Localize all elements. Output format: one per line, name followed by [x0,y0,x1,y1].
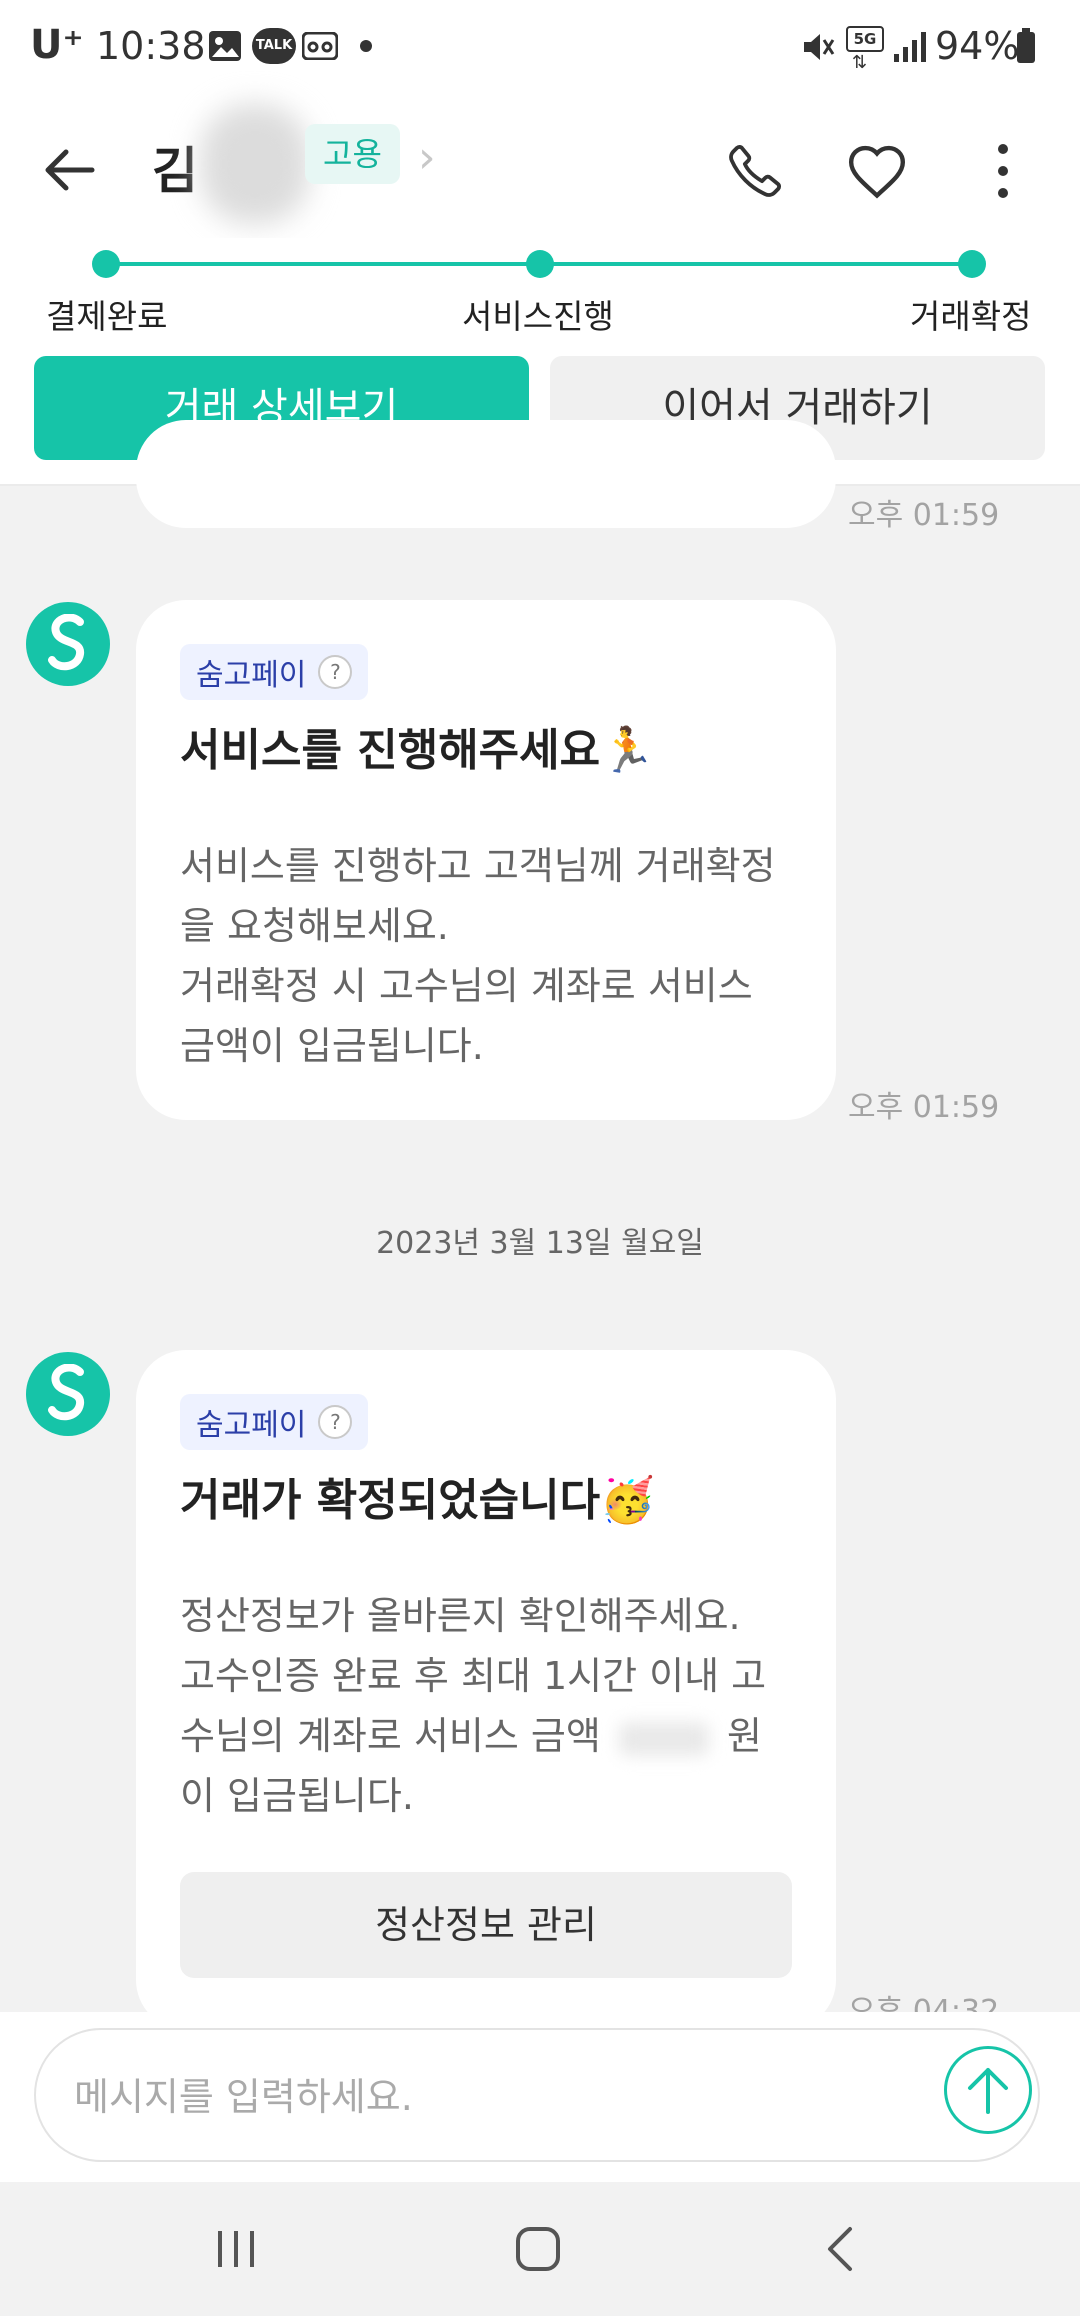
settlement-info-button[interactable]: 정산정보 관리 [180,1872,792,1978]
avatar[interactable] [26,602,110,686]
message-body: 서비스를 진행하고 고객님께 거래확정 을 요청해보세요. 거래확정 시 고수님… [180,836,810,1076]
body-line: 거래확정 시 고수님의 계좌로 서비스 [180,964,753,1008]
date-separator: 2023년 3월 13일 월요일 [376,1226,704,1261]
step-label-payment-done: 결제완료 [46,297,168,336]
avatar[interactable] [26,1352,110,1436]
body-line: 서비스를 진행하고 고객님께 거래확정 [180,844,776,888]
message-composer [0,2012,1080,2182]
amount-suffix: 원 [727,1714,762,1758]
voicemail-icon [301,31,339,64]
message-time: 오후 01:59 [848,498,1000,533]
progress-dot-3 [958,250,986,278]
soomgo-logo-icon [48,614,84,671]
system-navigation-bar [0,2182,1080,2316]
body-line: 정산정보가 올바른지 확인해주세요. [180,1594,741,1638]
heart-icon [848,145,906,199]
soomgo-logo-icon [48,1364,84,1421]
message-input-box [34,2028,1040,2162]
name-redaction [200,104,310,224]
body-line: 수님의 계좌로 서비스 금액 [180,1714,601,1758]
message-input[interactable] [72,2058,936,2136]
chevron-right-icon[interactable]: › [418,132,436,183]
send-arrow-up-icon [968,2068,1008,2114]
battery-icon [1016,28,1036,68]
call-button[interactable] [710,126,800,216]
message-bubble: 숨고페이 ? 거래가 확정되었습니다🥳 정산정보가 올바른지 확인해주세요. 고… [136,1350,836,2030]
message-title: 거래가 확정되었습니다🥳 [180,1475,655,1526]
more-options-button[interactable] [958,126,1048,216]
home-icon [516,2227,560,2271]
back-button[interactable] [40,126,120,216]
status-bar: U⁺ 10:38 TALK 5G ⇅ 94% [0,0,1080,96]
talk-icon: TALK [252,28,296,64]
hire-tag: 고용 [305,124,400,184]
step-label-in-service: 서비스진행 [462,297,614,336]
home-button[interactable] [478,2206,598,2292]
help-icon: ? [318,1405,353,1439]
image-icon [208,30,242,66]
soomgo-pay-tag[interactable]: 숨고페이 ? [180,644,369,700]
back-arrow-icon [45,149,95,191]
mute-icon [800,30,836,68]
contact-name[interactable]: 김 [152,126,198,216]
transaction-progress: 결제완료 서비스진행 거래확정 [0,238,1080,348]
favorite-button[interactable] [832,126,922,216]
progress-dot-2 [526,250,554,278]
recent-apps-icon [218,2231,254,2267]
message-bubble: 숨고페이 ? 서비스를 진행해주세요🏃 서비스를 진행하고 고객님께 거래확정 … [136,600,836,1120]
5g-icon: 5G [846,26,884,52]
carrier-label: U⁺ [30,22,84,68]
help-icon: ? [318,655,353,689]
soomgo-pay-tag[interactable]: 숨고페이 ? [180,1394,369,1450]
message-title: 서비스를 진행해주세요🏃 [180,725,655,776]
phone-icon [729,144,782,197]
nav-back-button[interactable] [780,2206,900,2292]
recent-apps-button[interactable] [176,2206,296,2292]
status-time: 10:38 [96,24,206,68]
send-button[interactable] [944,2046,1032,2134]
data-arrows-icon: ⇅ [852,52,868,73]
message-body: 정산정보가 올바른지 확인해주세요. 고수인증 완료 후 최대 1시간 이내 고… [180,1586,820,1826]
pay-tag-label: 숨고페이 [196,658,307,693]
progress-dot-1 [92,250,120,278]
body-line: 고수인증 완료 후 최대 1시간 이내 고 [180,1654,767,1698]
amount-redaction [618,1721,709,1756]
signal-icon [892,30,928,68]
pay-tag-label: 숨고페이 [196,1408,307,1443]
body-line: 을 요청해보세요. [180,904,449,948]
body-line: 금액이 입금됩니다. [180,1024,484,1068]
nav-back-icon [828,2227,852,2271]
step-label-confirmed: 거래확정 [910,297,1032,336]
message-time: 오후 01:59 [848,1090,1000,1125]
battery-level: 94% [935,24,1020,68]
more-vertical-icon [998,144,1008,198]
body-line: 이 입금됩니다. [180,1774,414,1818]
body-line-with-amount: 수님의 계좌로 서비스 금액 원 [180,1706,820,1766]
dot-icon [360,40,372,52]
message-bubble-partial [136,420,836,528]
